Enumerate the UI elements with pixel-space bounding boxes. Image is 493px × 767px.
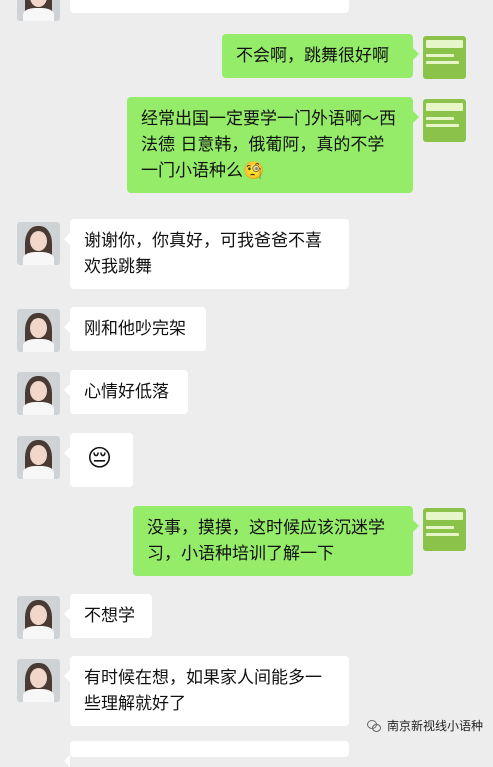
message-bubble-incoming[interactable]: 不想学 xyxy=(64,594,152,638)
avatar-face xyxy=(30,605,47,625)
avatar-shirt xyxy=(23,402,54,415)
brand-text-line xyxy=(426,54,454,57)
brand-logo-bar xyxy=(426,103,463,111)
message-bubble-incoming[interactable]: 刚和他吵完架 xyxy=(64,307,206,351)
message-bubble-incoming[interactable] xyxy=(70,0,349,13)
avatar-shirt xyxy=(23,8,54,21)
message-bubble-outgoing[interactable]: 不会啊，跳舞很好啊 xyxy=(222,34,419,78)
watermark: 南京新视线小语种 xyxy=(366,717,483,734)
avatar-face xyxy=(30,668,47,688)
message-bubble-incoming[interactable]: 有时候在想，如果家人间能多一些理解就好了 xyxy=(64,656,349,726)
message-bubble-incoming[interactable]: 😔 xyxy=(64,433,133,487)
brand-avatar[interactable] xyxy=(423,36,466,79)
brand-logo-bar xyxy=(426,512,463,520)
avatar-shirt xyxy=(23,466,54,479)
avatar-shirt xyxy=(23,689,54,702)
contact-avatar[interactable] xyxy=(17,372,60,415)
contact-avatar[interactable] xyxy=(17,436,60,479)
brand-text-line xyxy=(426,61,459,64)
message-bubble-incoming[interactable]: 心情好低落 xyxy=(64,370,188,414)
contact-avatar[interactable] xyxy=(17,659,60,702)
avatar-face xyxy=(30,381,47,401)
message-bubble-incoming[interactable]: 谢谢你，你真好，可我爸爸不喜欢我跳舞 xyxy=(64,219,349,289)
brand-avatar[interactable] xyxy=(423,99,466,142)
brand-text-line xyxy=(426,124,459,127)
brand-logo-bar xyxy=(426,40,463,48)
watermark-text: 南京新视线小语种 xyxy=(386,719,483,733)
message-bubble-incoming[interactable] xyxy=(64,741,349,767)
avatar-shirt xyxy=(23,339,54,352)
message-bubble-outgoing[interactable]: 没事，摸摸，这时候应该沉迷学习，小语种培训了解一下 xyxy=(133,506,419,576)
avatar-face xyxy=(30,445,47,465)
avatar-shirt xyxy=(23,626,54,639)
wechat-icon xyxy=(366,719,381,732)
contact-avatar[interactable] xyxy=(17,309,60,352)
contact-avatar[interactable] xyxy=(17,0,60,21)
brand-text-line xyxy=(426,117,454,120)
brand-text-line xyxy=(426,533,459,536)
brand-avatar[interactable] xyxy=(423,508,466,551)
brand-text-line xyxy=(426,526,454,529)
message-bubble-outgoing[interactable]: 经常出国一定要学一门外语啊～西法德 日意韩，俄葡阿，真的不学一门小语种么🧐 xyxy=(127,97,419,193)
contact-avatar[interactable] xyxy=(17,222,60,265)
avatar-face xyxy=(30,318,47,338)
avatar-shirt xyxy=(23,252,54,265)
contact-avatar[interactable] xyxy=(17,596,60,639)
avatar-face xyxy=(30,231,47,251)
